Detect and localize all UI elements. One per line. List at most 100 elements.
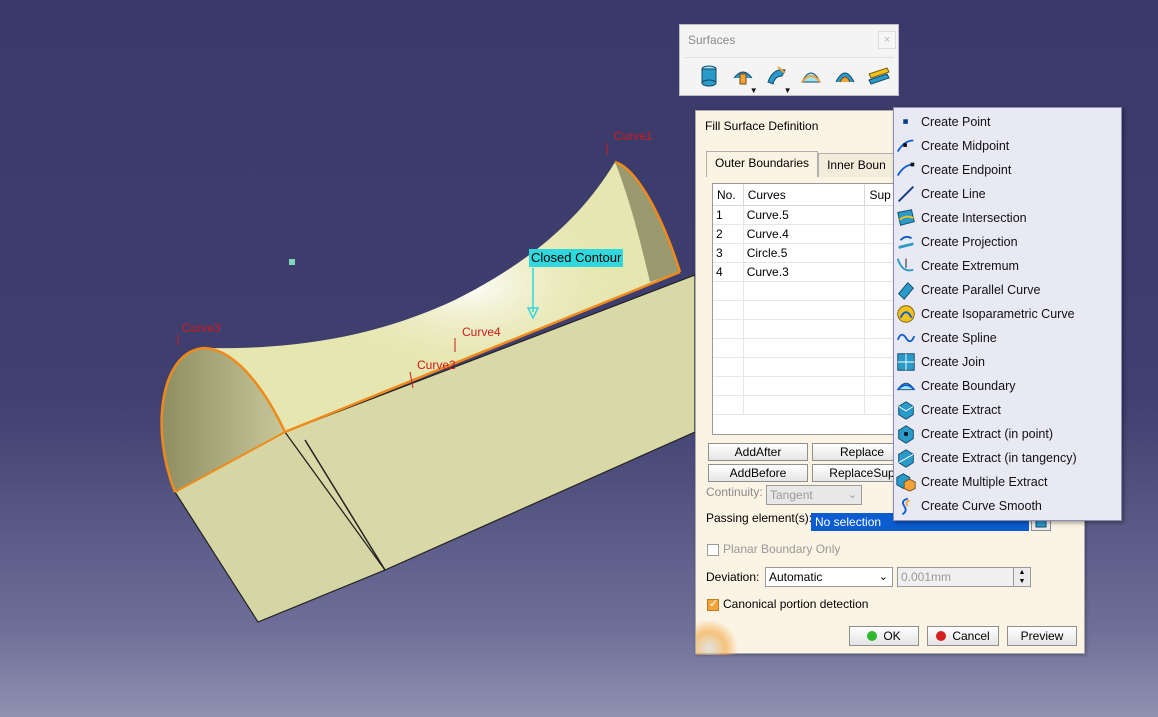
extrude-button[interactable] (694, 61, 725, 91)
table-row[interactable] (713, 282, 911, 301)
add-after-button[interactable]: AddAfter (708, 443, 808, 461)
row-curve: Curve.5 (744, 206, 866, 224)
column-curves: Curves (744, 184, 866, 205)
fill-button[interactable] (795, 61, 826, 91)
point-marker[interactable] (289, 259, 295, 265)
menu-item-parallel-curve[interactable]: Create Parallel Curve (894, 278, 1121, 302)
table-row[interactable] (713, 320, 911, 339)
menu-item-extremum[interactable]: Create Extremum (894, 254, 1121, 278)
deviation-select[interactable]: Automatic ⌄ (765, 567, 893, 587)
continuity-label: Continuity: (706, 485, 763, 499)
ok-icon (867, 631, 878, 641)
cancel-button[interactable]: Cancel (927, 626, 999, 646)
menu-item-point[interactable]: Create Point (894, 110, 1121, 134)
spin-down-icon[interactable]: ▼ (1014, 577, 1030, 586)
parallel-curve-icon (894, 278, 918, 302)
revolve-dropdown-icon[interactable]: ▼ (750, 86, 758, 95)
menu-item-line[interactable]: Create Line (894, 182, 1121, 206)
preview-button[interactable]: Preview (1007, 626, 1077, 646)
table-row[interactable]: 3 Circle.5 (713, 244, 911, 263)
sweep-dropdown-icon[interactable]: ▼ (784, 86, 792, 95)
deviation-amount-field[interactable]: 0.001mm (897, 567, 1015, 587)
point-icon (894, 110, 918, 134)
menu-item-label: Create Parallel Curve (921, 283, 1041, 297)
continuity-value: Tangent (770, 488, 813, 502)
menu-item-projection[interactable]: Create Projection (894, 230, 1121, 254)
curve3-label[interactable]: Curve3 (182, 321, 221, 335)
tab-outer-boundaries[interactable]: Outer Boundaries (706, 151, 819, 177)
join-icon (894, 350, 918, 374)
sweep-icon (767, 65, 786, 85)
menu-item-extract-tangency[interactable]: Create Extract (in tangency) (894, 446, 1121, 470)
deviation-value: Automatic (769, 570, 823, 584)
menu-item-label: Create Boundary (921, 379, 1016, 393)
table-row[interactable] (713, 396, 911, 415)
endpoint-icon (894, 158, 918, 182)
menu-item-label: Create Curve Smooth (921, 499, 1042, 513)
menu-item-label: Create Spline (921, 331, 997, 345)
revolve-button[interactable]: ▼ (728, 61, 759, 95)
dialog-title: Fill Surface Definition (705, 119, 819, 133)
blend-icon (867, 66, 890, 85)
menu-item-extract-point[interactable]: Create Extract (in point) (894, 422, 1121, 446)
table-row[interactable] (713, 339, 911, 358)
table-row[interactable]: 2 Curve.4 (713, 225, 911, 244)
passing-elements-value: No selection (815, 515, 882, 529)
catia-logo (696, 621, 740, 655)
planar-boundary-label: Planar Boundary Only (723, 542, 841, 556)
menu-item-label: Create Endpoint (921, 163, 1012, 177)
multi-section-icon (835, 72, 855, 82)
extremum-icon (894, 254, 918, 278)
row-no: 4 (713, 263, 744, 281)
column-no: No. (713, 184, 744, 205)
dialog-tabs: Outer Boundaries Inner Boun (706, 151, 895, 177)
menu-item-midpoint[interactable]: Create Midpoint (894, 134, 1121, 158)
ok-button[interactable]: OK (849, 626, 919, 646)
menu-item-spline[interactable]: Create Spline (894, 326, 1121, 350)
blend-button[interactable] (863, 61, 894, 91)
curve-smooth-icon (894, 494, 918, 518)
fill-icon (801, 72, 821, 83)
deviation-spinner[interactable]: ▲ ▼ (1013, 567, 1031, 587)
menu-item-label: Create Midpoint (921, 139, 1010, 153)
line-icon (894, 182, 918, 206)
extract-tangency-icon (894, 446, 918, 470)
menu-item-extract[interactable]: Create Extract (894, 398, 1121, 422)
table-row[interactable] (713, 358, 911, 377)
table-row[interactable] (713, 377, 911, 396)
extrude-icon (701, 65, 717, 86)
menu-item-isoparametric[interactable]: Create Isoparametric Curve (894, 302, 1121, 326)
menu-item-intersection[interactable]: Create Intersection (894, 206, 1121, 230)
menu-item-curve-smooth[interactable]: Create Curve Smooth (894, 494, 1121, 518)
deviation-label: Deviation: (706, 570, 760, 584)
curves-table[interactable]: No. Curves Sup 1 Curve.5 2 Curve.4 3 Circle… (712, 183, 912, 435)
menu-item-multiple-extract[interactable]: Create Multiple Extract (894, 470, 1121, 494)
menu-item-label: Create Join (921, 355, 985, 369)
menu-item-join[interactable]: Create Join (894, 350, 1121, 374)
toolbar-close-button[interactable]: × (878, 31, 896, 49)
cancel-icon (936, 631, 947, 641)
table-row[interactable]: 4 Curve.3 (713, 263, 911, 282)
menu-item-boundary[interactable]: Create Boundary (894, 374, 1121, 398)
table-row[interactable]: 1 Curve.5 (713, 206, 911, 225)
menu-item-label: Create Extract (in tangency) (921, 451, 1077, 465)
chevron-down-icon: ⌄ (847, 489, 857, 501)
canonical-portion-checkbox[interactable] (707, 597, 719, 611)
curve1-label[interactable]: Curve1 (614, 129, 653, 143)
continuity-select[interactable]: Tangent ⌄ (766, 485, 862, 505)
menu-item-label: Create Isoparametric Curve (921, 307, 1075, 321)
midpoint-icon (894, 134, 918, 158)
menu-item-endpoint[interactable]: Create Endpoint (894, 158, 1121, 182)
spin-up-icon[interactable]: ▲ (1014, 568, 1030, 577)
table-row[interactable] (713, 301, 911, 320)
sweep-button[interactable]: ▼ (762, 61, 793, 95)
curve4-label[interactable]: Curve4 (462, 325, 501, 339)
add-before-button[interactable]: AddBefore (708, 464, 808, 482)
planar-boundary-checkbox[interactable] (707, 544, 719, 556)
menu-item-label: Create Point (921, 115, 991, 129)
passing-elements-label: Passing element(s): (706, 511, 813, 525)
multi-section-button[interactable] (829, 61, 860, 91)
curve2-label[interactable]: Curve2 (417, 358, 456, 372)
create-context-menu: Create Point Create Midpoint Create Endpoi… (893, 107, 1122, 521)
tab-inner-boundaries[interactable]: Inner Boun (818, 153, 895, 177)
